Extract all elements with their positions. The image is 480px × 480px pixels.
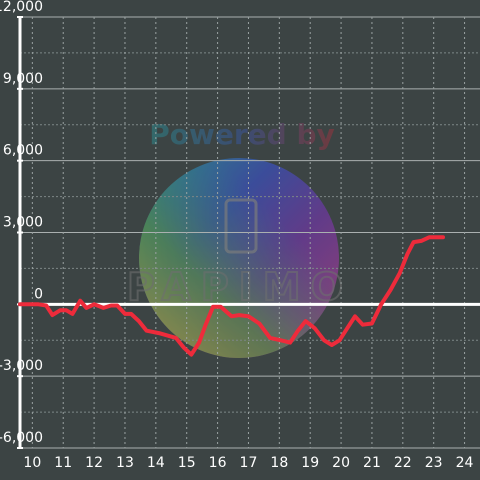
- watermark: Powered by PAPIMO: [126, 118, 353, 358]
- x-tick-label: 15: [178, 455, 196, 471]
- x-tick-label: 23: [425, 455, 443, 471]
- y-tick-label: 6,000: [3, 143, 43, 159]
- x-tick-label: 24: [456, 455, 474, 471]
- x-tick-label: 13: [116, 455, 134, 471]
- x-tick-label: 17: [240, 455, 258, 471]
- x-tick-label: 14: [147, 455, 165, 471]
- y-tick-label: 3,000: [3, 215, 43, 231]
- y-tick-label: -6,000: [0, 430, 43, 446]
- x-tick-label: 20: [332, 455, 350, 471]
- watermark-logo-circle-overlay: [139, 158, 339, 358]
- x-tick-label: 11: [54, 455, 72, 471]
- grid: [20, 16, 480, 449]
- x-tick-label: 22: [394, 455, 412, 471]
- x-tick-label: 16: [209, 455, 227, 471]
- watermark-powered-by: Powered by: [149, 118, 335, 151]
- x-tick-label: 12: [85, 455, 103, 471]
- y-tick-label: -3,000: [0, 358, 43, 374]
- y-tick-label: 9,000: [3, 71, 43, 87]
- line-chart: Powered by PAPIMO -6,000 -3,000 0 3,000 6,00…: [0, 0, 480, 471]
- x-tick-label: 18: [270, 455, 288, 471]
- y-tick-label: 0: [34, 286, 43, 302]
- x-tick-label: 21: [363, 455, 381, 471]
- watermark-logo-text: PAPIMO: [127, 265, 353, 309]
- x-tick-label: 19: [301, 455, 319, 471]
- y-tick-label: 12,000: [0, 0, 43, 15]
- x-tick-label: 10: [23, 455, 41, 471]
